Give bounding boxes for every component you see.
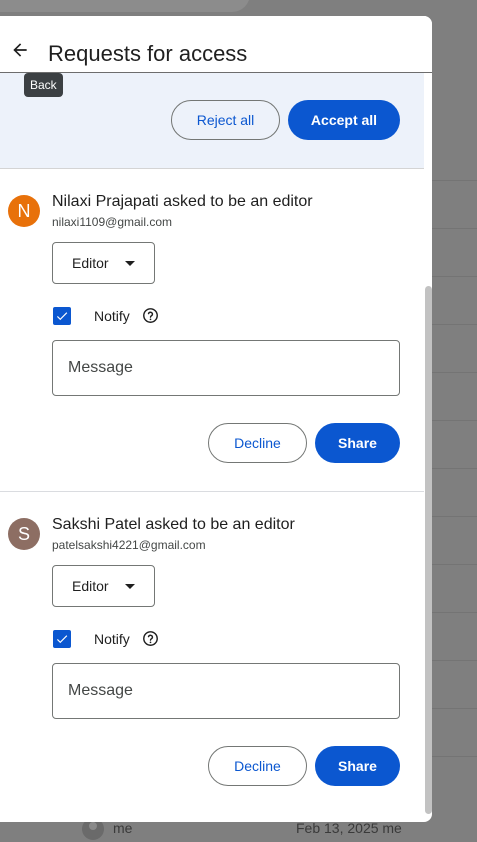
decline-button[interactable]: Decline — [208, 423, 307, 463]
help-circle-icon[interactable] — [142, 630, 159, 647]
request-item: S Sakshi Patel asked to be an editor pat… — [0, 492, 424, 815]
share-button[interactable]: Share — [315, 423, 400, 463]
role-value: Editor — [72, 255, 109, 271]
requests-for-access-dialog: Requests for access Back Reject all Acce… — [0, 16, 432, 822]
check-icon — [56, 635, 68, 644]
avatar: N — [8, 195, 40, 227]
back-tooltip: Back — [24, 73, 63, 97]
decline-button[interactable]: Decline — [208, 746, 307, 786]
accept-all-button[interactable]: Accept all — [288, 100, 400, 140]
request-title: Nilaxi Prajapati asked to be an editor — [52, 193, 313, 210]
role-dropdown[interactable]: Editor — [52, 242, 155, 284]
message-field[interactable] — [52, 663, 400, 719]
arrow-back-icon — [13, 43, 27, 57]
dialog-header: Requests for access — [0, 16, 432, 73]
request-title: Sakshi Patel asked to be an editor — [52, 516, 295, 533]
role-dropdown[interactable]: Editor — [52, 565, 155, 607]
notify-checkbox[interactable] — [53, 630, 71, 648]
background-file-list — [432, 180, 477, 804]
background-modified-date: Feb 13, 2025 me — [296, 820, 402, 836]
request-item: N Nilaxi Prajapati asked to be an editor… — [0, 169, 424, 492]
background-owner: me — [113, 820, 133, 836]
request-email: nilaxi1109@gmail.com — [52, 215, 173, 229]
request-email: patelsakshi4221@gmail.com — [52, 538, 206, 552]
role-value: Editor — [72, 578, 109, 594]
help-circle-icon[interactable] — [142, 307, 159, 324]
notify-checkbox[interactable] — [53, 307, 71, 325]
avatar: S — [8, 518, 40, 550]
caret-down-icon — [125, 261, 135, 266]
check-icon — [56, 312, 68, 321]
reject-all-button[interactable]: Reject all — [171, 100, 280, 140]
dialog-title: Requests for access — [48, 41, 248, 66]
notify-label: Notify — [94, 631, 130, 647]
share-button[interactable]: Share — [315, 746, 400, 786]
back-button[interactable] — [6, 36, 34, 64]
background-search-bar — [0, 0, 250, 12]
notify-label: Notify — [94, 308, 130, 324]
message-field[interactable] — [52, 340, 400, 396]
requests-list: N Nilaxi Prajapati asked to be an editor… — [0, 169, 432, 822]
bulk-actions-bar: Reject all Accept all — [0, 73, 424, 169]
scrollbar-thumb[interactable] — [425, 286, 432, 814]
caret-down-icon — [125, 584, 135, 589]
